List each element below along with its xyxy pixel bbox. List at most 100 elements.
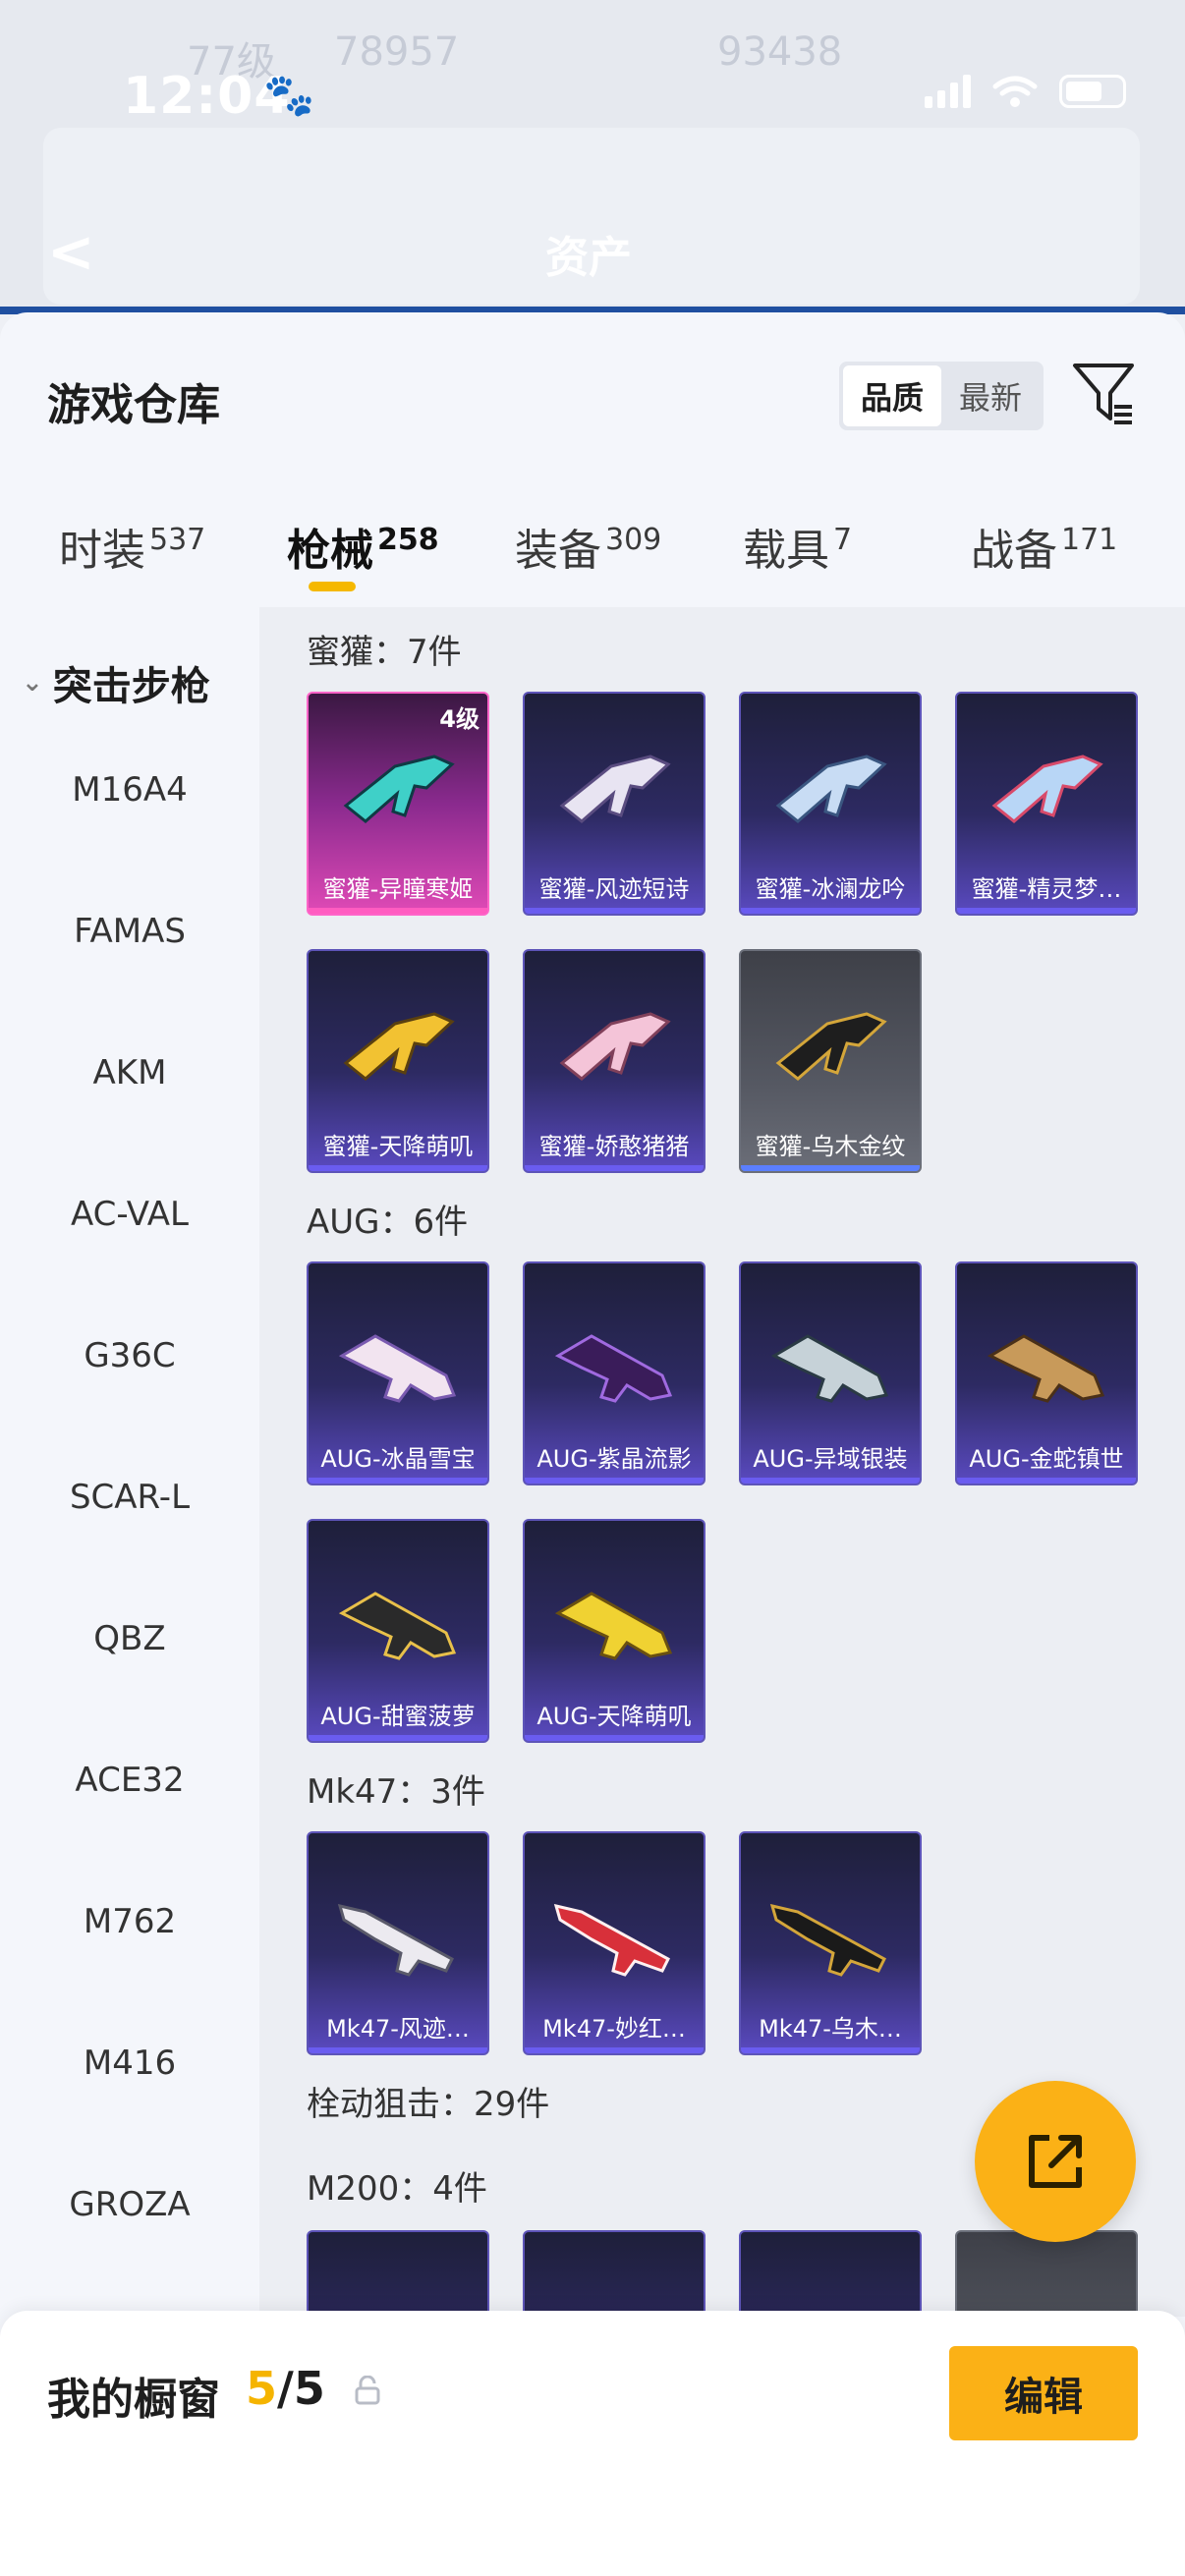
tab-vehicles[interactable]: 载具 7 [743,515,852,578]
signal-icon [925,75,971,108]
sidebar-item[interactable]: M16A4 [0,770,259,810]
smg-icon [343,755,455,823]
item-card[interactable]: 蜜獾-风迹短诗 [523,692,705,916]
showcase-count: 5/5 [246,2362,325,2415]
item-card[interactable]: 蜜獾-乌木金纹 [739,949,922,1173]
item-name: 蜜獾-乌木金纹 [755,1133,906,1160]
group-label: 蜜獾：7件 [307,633,462,672]
item-card[interactable]: AUG-紫晶流影 [523,1261,705,1485]
rifle-icon [987,1334,1105,1403]
sidebar-item[interactable]: M416 [0,2044,259,2083]
smg-icon [343,1012,455,1081]
item-name: AUG-金蛇镇世 [969,1445,1124,1473]
category-label: 突击步枪 [52,664,210,709]
sidebar-item[interactable]: M762 [0,1902,259,1941]
item-name: Mk47-乌木… [759,2015,902,2043]
tab-label: 载具 [743,526,829,576]
rarity-bar [309,1165,487,1171]
rarity-bar [525,1478,704,1484]
assault-rifle-icon [337,1903,454,1977]
item-card[interactable]: Mk47-乌木… [739,1831,922,2055]
item-card[interactable] [307,2230,489,2317]
item-name: 蜜獾-天降萌叽 [322,1133,474,1160]
rarity-bar [309,1478,487,1484]
item-card[interactable]: AUG-甜蜜菠萝 [307,1519,489,1743]
rifle-icon [554,1334,673,1403]
item-card[interactable]: 蜜獾-精灵梦… [955,692,1138,916]
tab-guns[interactable]: 枪械 258 [287,515,439,578]
item-card[interactable]: AUG-异域银装 [739,1261,922,1485]
sidebar-item[interactable]: SCAR-L [0,1478,259,1517]
item-name: AUG-紫晶流影 [536,1445,692,1473]
item-name: 蜜獾-异瞳寒姬 [322,875,474,903]
edit-button[interactable]: 编辑 [949,2346,1138,2440]
sidebar-item[interactable]: GROZA [0,2185,259,2224]
item-name: AUG-天降萌叽 [536,1703,692,1730]
sidebar-item[interactable]: AC-VAL [0,1195,259,1234]
item-card[interactable]: Mk47-风迹… [307,1831,489,2055]
share-button[interactable] [975,2081,1136,2242]
tab-equipment[interactable]: 装备 309 [515,515,661,578]
sidebar-item[interactable]: QBZ [0,1619,259,1658]
item-card[interactable]: 蜜獾-娇憨猪猪 [523,949,705,1173]
item-grid: 蜜獾：7件 4级 蜜獾-异瞳寒姬 蜜獾-风迹短诗 蜜獾-冰澜龙吟 蜜獾-精灵梦…… [259,607,1185,2317]
item-card[interactable]: 蜜獾-冰澜龙吟 [739,692,922,916]
item-card[interactable]: AUG-天降萌叽 [523,1519,705,1743]
item-name: Mk47-风迹… [326,2015,470,2043]
tab-count: 309 [605,523,662,557]
item-card[interactable] [739,2230,922,2317]
back-icon[interactable]: < [47,218,95,285]
sidebar-item[interactable]: AKM [0,1053,259,1092]
item-card[interactable] [955,2230,1138,2317]
level-badge: 4级 [439,705,480,733]
rifle-icon [770,1334,889,1403]
assault-rifle-icon [769,1903,886,1977]
rarity-bar [741,2047,920,2053]
rarity-bar [309,1735,487,1741]
tab-count: 171 [1061,523,1118,557]
smg-icon [559,1012,671,1081]
sort-newest-button[interactable]: 最新 [941,365,1040,426]
item-card[interactable]: 4级 蜜獾-异瞳寒姬 [307,692,489,916]
tab-gear[interactable]: 战备 171 [971,515,1117,578]
battery-icon [1059,75,1126,108]
smg-icon [559,755,671,823]
item-card[interactable]: 蜜獾-天降萌叽 [307,949,489,1173]
rarity-bar [525,908,704,914]
rarity-bar [525,2047,704,2053]
tab-fashion[interactable]: 时装537 [59,515,205,578]
rarity-bar [741,1165,920,1171]
wifi-icon [992,76,1038,107]
item-card[interactable] [523,2230,705,2317]
tab-count: 258 [377,523,439,557]
item-name: 蜜獾-精灵梦… [971,875,1122,903]
item-card[interactable]: Mk47-妙红… [523,1831,705,2055]
rarity-bar [741,1478,920,1484]
page-title: 资产 [545,233,632,283]
rarity-bar [741,908,920,914]
sidebar-item[interactable]: G36C [0,1336,259,1375]
active-tab-indicator [309,582,356,591]
rarity-bar [309,908,487,914]
sidebar-item[interactable]: FAMAS [0,912,259,951]
lock-icon [355,2376,380,2405]
group-label: 栓动狙击：29件 [307,2085,550,2124]
group-label: M200：4件 [307,2169,487,2209]
paw-icon: 🐾 [263,71,315,119]
stat-text: 93438 [717,29,843,75]
sort-quality-button[interactable]: 品质 [843,365,941,426]
sidebar-item[interactable]: ACE32 [0,1761,259,1800]
tab-count: 537 [149,523,206,557]
rifle-icon [554,1592,673,1660]
tab-label: 装备 [515,526,601,576]
rifle-icon [338,1334,457,1403]
category-header[interactable]: ⌄ 突击步枪 [22,654,210,711]
item-card[interactable]: AUG-冰晶雪宝 [307,1261,489,1485]
rarity-bar [309,2047,487,2053]
item-name: AUG-冰晶雪宝 [320,1445,476,1473]
tab-label: 时装 [59,526,145,576]
share-icon [1029,2135,1082,2188]
item-card[interactable]: AUG-金蛇镇世 [955,1261,1138,1485]
tab-label: 枪械 [287,526,373,576]
filter-icon[interactable] [1071,360,1136,428]
